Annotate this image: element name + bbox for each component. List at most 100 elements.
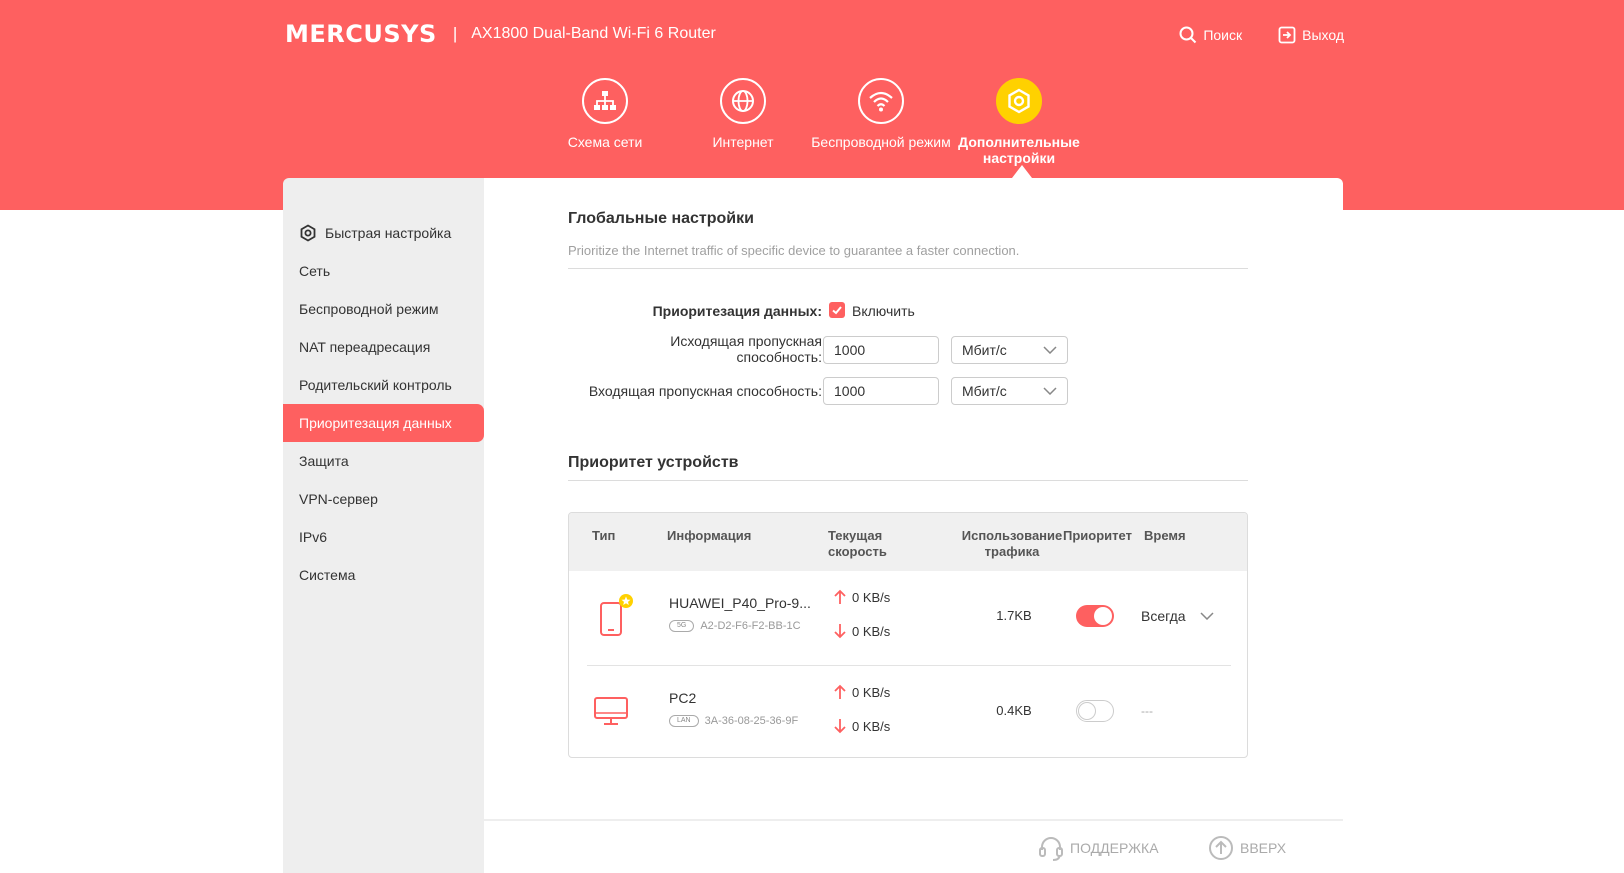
- back-to-top-label: ВВЕРХ: [1240, 840, 1287, 856]
- qos-enable-checkbox[interactable]: [829, 302, 845, 318]
- upload-bandwidth-input[interactable]: [823, 336, 939, 364]
- content-panel: Глобальные настройки Prioritize the Inte…: [484, 178, 1343, 873]
- headset-icon: [1039, 837, 1063, 861]
- nav-label: Дополнительные настройки: [958, 134, 1080, 166]
- arrow-up-circle-icon: [1209, 836, 1233, 860]
- sidebar-item-label: Родительский контроль: [299, 377, 452, 393]
- upload-unit-value: Мбит/с: [962, 342, 1007, 358]
- sidebar-item-ipv6[interactable]: IPv6: [283, 518, 484, 556]
- support-link[interactable]: ПОДДЕРЖКА: [1038, 835, 1159, 861]
- divider: [568, 480, 1248, 481]
- traffic-usage: 0.4KB: [996, 703, 1032, 718]
- nav-advanced[interactable]: Дополнительные настройки: [944, 78, 1094, 166]
- download-unit-value: Мбит/с: [962, 383, 1007, 399]
- column-traffic: Использование трафика: [961, 528, 1063, 559]
- logout-label: Выход: [1302, 27, 1344, 43]
- nav-wireless[interactable]: Беспроводной режим: [806, 78, 956, 150]
- column-priority: Приоритет: [1063, 528, 1132, 543]
- sidebar-item-network[interactable]: Сеть: [283, 252, 484, 290]
- download-speed-value: 0 KB/s: [852, 718, 891, 734]
- traffic-usage: 1.7KB: [996, 608, 1032, 623]
- wifi-icon: [858, 78, 904, 124]
- sidebar-item-qos[interactable]: Приоритезация данных: [283, 404, 484, 442]
- device-priority-table: Тип Информация Текущая скорость Использо…: [568, 512, 1248, 758]
- qos-enable-label: Включить: [852, 303, 915, 319]
- main-nav: Схема сети Интернет Беспроводной режим Д…: [0, 78, 1624, 178]
- nav-network-map[interactable]: Схема сети: [530, 78, 680, 150]
- back-to-top-link[interactable]: ВВЕРХ: [1208, 835, 1286, 861]
- search-icon: [1179, 26, 1197, 44]
- global-settings-description: Prioritize the Internet traffic of speci…: [568, 243, 1020, 258]
- table-row: HUAWEI_P40_Pro-9... 5G A2-D2-F6-F2-BB-1C…: [569, 571, 1247, 665]
- priority-time-empty: ---: [1141, 704, 1153, 718]
- download-bandwidth-label: Входящая пропускная способность:: [588, 383, 822, 399]
- arrow-down-icon: [834, 719, 846, 734]
- nav-internet[interactable]: Интернет: [668, 78, 818, 150]
- logout-button[interactable]: Выход: [1278, 26, 1344, 44]
- toggle-knob: [1094, 607, 1112, 625]
- search-button[interactable]: Поиск: [1179, 26, 1242, 44]
- device-name: HUAWEI_P40_Pro-9...: [669, 595, 811, 611]
- chevron-down-icon: [1200, 612, 1214, 620]
- table-row: PC2 LAN 3A-36-08-25-36-9F 0 KB/s 0 KB/s …: [569, 666, 1247, 757]
- gear-icon: [996, 78, 1042, 124]
- checkmark-icon: [832, 306, 842, 315]
- qos-label: Приоритезация данных:: [652, 303, 822, 319]
- brand-block: MERCUSYS | AX1800 Dual-Band Wi-Fi 6 Rout…: [285, 20, 716, 48]
- sidebar-item-label: Приоритезация данных: [299, 415, 452, 431]
- sidebar-item-label: Система: [299, 567, 356, 583]
- download-unit-select[interactable]: Мбит/с: [951, 377, 1068, 405]
- router-model: AX1800 Dual-Band Wi-Fi 6 Router: [471, 25, 716, 42]
- sidebar-item-quick-setup[interactable]: Быстрая настройка: [283, 214, 484, 252]
- sidebar-item-label: Быстрая настройка: [325, 225, 452, 241]
- download-speed: 0 KB/s: [834, 623, 890, 639]
- arrow-up-icon: [834, 684, 846, 699]
- download-bandwidth-input[interactable]: [823, 377, 939, 405]
- upload-speed: 0 KB/s: [834, 684, 890, 700]
- priority-time-value: Всегда: [1141, 608, 1186, 624]
- globe-icon: [720, 78, 766, 124]
- chevron-down-icon: [1043, 387, 1057, 395]
- gear-icon: [299, 224, 317, 242]
- device-name: PC2: [669, 690, 697, 706]
- active-nav-caret: [1012, 165, 1032, 178]
- table-header: Тип Информация Текущая скорость Использо…: [569, 513, 1247, 571]
- priority-toggle[interactable]: [1076, 700, 1114, 722]
- device-priority-title: Приоритет устройств: [568, 454, 739, 471]
- device-mac: A2-D2-F6-F2-BB-1C: [700, 620, 801, 632]
- download-speed-value: 0 KB/s: [852, 623, 891, 639]
- nav-label: Схема сети: [567, 134, 643, 150]
- upload-bandwidth-label: Исходящая пропускная способность:: [670, 333, 822, 365]
- sidebar-item-label: Беспроводной режим: [299, 301, 439, 317]
- arrow-down-icon: [834, 624, 846, 639]
- support-label: ПОДДЕРЖКА: [1070, 840, 1159, 856]
- column-speed: Текущая скорость: [828, 528, 887, 559]
- sidebar-item-vpn-server[interactable]: VPN-сервер: [283, 480, 484, 518]
- priority-toggle[interactable]: [1076, 605, 1114, 627]
- band-badge: LAN: [669, 715, 699, 727]
- sidebar-item-parental-control[interactable]: Родительский контроль: [283, 366, 484, 404]
- upload-speed-value: 0 KB/s: [852, 684, 891, 700]
- arrow-up-icon: [834, 589, 846, 604]
- column-type: Тип: [592, 528, 616, 543]
- brand-separator: |: [452, 24, 458, 43]
- priority-time-select[interactable]: Всегда: [1141, 608, 1214, 624]
- column-info: Информация: [667, 528, 752, 543]
- download-speed: 0 KB/s: [834, 718, 890, 734]
- mercusys-logo: MERCUSYS: [285, 20, 437, 48]
- column-time: Время: [1144, 528, 1186, 543]
- network-map-icon: [582, 78, 628, 124]
- monitor-icon: [594, 696, 628, 731]
- toggle-knob: [1078, 702, 1096, 720]
- global-settings-title: Глобальные настройки: [568, 210, 754, 227]
- sidebar-item-nat[interactable]: NAT переадресация: [283, 328, 484, 366]
- upload-speed-value: 0 KB/s: [852, 589, 891, 605]
- sidebar-item-security[interactable]: Защита: [283, 442, 484, 480]
- phone-icon: [599, 593, 635, 644]
- chevron-down-icon: [1043, 346, 1057, 354]
- sidebar-item-system[interactable]: Система: [283, 556, 484, 594]
- upload-unit-select[interactable]: Мбит/с: [951, 336, 1068, 364]
- sidebar-item-label: Сеть: [299, 263, 331, 279]
- sidebar: Быстрая настройка Сеть Беспроводной режи…: [283, 178, 484, 873]
- sidebar-item-wireless[interactable]: Беспроводной режим: [283, 290, 484, 328]
